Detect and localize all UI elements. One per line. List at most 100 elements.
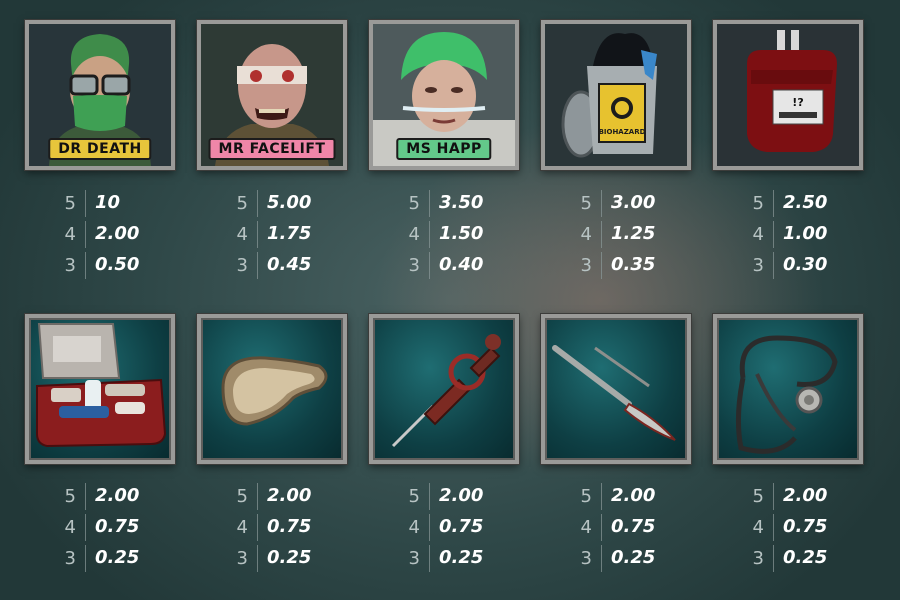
- divider: [257, 483, 258, 510]
- divider: [85, 190, 86, 217]
- match-count: 3: [752, 548, 764, 569]
- scalpel-icon: [552, 345, 676, 441]
- match-count: 4: [580, 224, 592, 245]
- dr-death-name-label: DR DEATH: [48, 138, 152, 160]
- match-count: 3: [580, 255, 592, 276]
- scalpel-payouts: 5 2.00 4 0.75 3 0.25: [576, 481, 686, 574]
- divider: [257, 190, 258, 217]
- divider: [773, 252, 774, 279]
- payout-row: 3 0.50: [60, 250, 170, 281]
- payout-value: 0.25: [439, 547, 484, 568]
- blood-bag-label-text: !?: [792, 96, 803, 109]
- payout-row: 4 1.75: [232, 219, 342, 250]
- kidney-dish-symbol: [197, 314, 347, 464]
- payout-row: 4 0.75: [232, 512, 342, 543]
- payout-value: 2.00: [95, 223, 140, 244]
- payout-row: 4 0.75: [576, 512, 686, 543]
- divider: [773, 190, 774, 217]
- match-count: 3: [580, 548, 592, 569]
- first-aid-kit-icon: [36, 323, 167, 448]
- payout-value: 2.00: [439, 485, 484, 506]
- match-count: 4: [64, 224, 76, 245]
- payout-value: 2.00: [267, 485, 312, 506]
- divider: [429, 190, 430, 217]
- payout-row: 4 2.00: [60, 219, 170, 250]
- payout-value: 3.00: [611, 192, 656, 213]
- payout-row: 4 0.75: [748, 512, 858, 543]
- match-count: 5: [580, 486, 592, 507]
- match-count: 3: [64, 548, 76, 569]
- payout-value: 0.50: [95, 254, 140, 275]
- payout-value: 2.00: [783, 485, 828, 506]
- biohazard-bin-symbol: BIOHAZARD: [541, 20, 691, 170]
- divider: [601, 221, 602, 248]
- divider: [85, 514, 86, 541]
- payout-row: 3 0.25: [576, 543, 686, 574]
- payout-row: 3 0.35: [576, 250, 686, 281]
- syringe-symbol: [369, 314, 519, 464]
- biohazard-text: BIOHAZARD: [599, 128, 646, 136]
- divider: [773, 545, 774, 572]
- match-count: 4: [236, 224, 248, 245]
- payout-value: 0.45: [267, 254, 312, 275]
- scalpel-symbol: [541, 314, 691, 464]
- payout-row: 3 0.40: [404, 250, 514, 281]
- payout-value: 0.25: [267, 547, 312, 568]
- payout-value: 0.35: [611, 254, 656, 275]
- payout-row: 5 2.50: [748, 188, 858, 219]
- divider: [429, 545, 430, 572]
- dr-death-symbol: DR DEATH: [25, 20, 175, 170]
- payout-row: 5 5.00: [232, 188, 342, 219]
- stethoscope-symbol: [713, 314, 863, 464]
- payout-row: 5 3.50: [404, 188, 514, 219]
- dr-death-payouts: 5 10 4 2.00 3 0.50: [60, 188, 170, 281]
- ms-happ-symbol: MS HAPP: [369, 20, 519, 170]
- match-count: 5: [580, 193, 592, 214]
- match-count: 5: [408, 486, 420, 507]
- payout-row: 4 1.25: [576, 219, 686, 250]
- kidney-dish-payouts: 5 2.00 4 0.75 3 0.25: [232, 481, 342, 574]
- blood-bag-icon: !?: [717, 24, 859, 166]
- payout-row: 4 0.75: [60, 512, 170, 543]
- payout-value: 2.50: [783, 192, 828, 213]
- payout-row: 5 3.00: [576, 188, 686, 219]
- payout-row: 4 1.00: [748, 219, 858, 250]
- divider: [85, 252, 86, 279]
- payout-value: 0.25: [95, 547, 140, 568]
- mr-facelift-payouts: 5 5.00 4 1.75 3 0.45: [232, 188, 342, 281]
- match-count: 4: [752, 517, 764, 538]
- divider: [429, 252, 430, 279]
- match-count: 5: [64, 193, 76, 214]
- match-count: 5: [752, 193, 764, 214]
- payout-row: 5 2.00: [748, 481, 858, 512]
- stethoscope-icon: [735, 335, 838, 454]
- payout-value: 0.40: [439, 254, 484, 275]
- payout-value: 0.75: [783, 516, 828, 537]
- match-count: 5: [752, 486, 764, 507]
- divider: [85, 221, 86, 248]
- syringe-payouts: 5 2.00 4 0.75 3 0.25: [404, 481, 514, 574]
- payout-row: 3 0.25: [232, 543, 342, 574]
- syringe-icon: [391, 334, 501, 448]
- blood-bag-symbol: !?: [713, 20, 863, 170]
- match-count: 4: [408, 224, 420, 245]
- divider: [773, 514, 774, 541]
- payout-row: 4 0.75: [404, 512, 514, 543]
- payout-value: 0.30: [783, 254, 828, 275]
- divider: [429, 483, 430, 510]
- biohazard-bin-payouts: 5 3.00 4 1.25 3 0.35: [576, 188, 686, 281]
- match-count: 5: [64, 486, 76, 507]
- match-count: 4: [752, 224, 764, 245]
- divider: [601, 483, 602, 510]
- payout-value: 0.75: [267, 516, 312, 537]
- match-count: 4: [236, 517, 248, 538]
- divider: [85, 483, 86, 510]
- biohazard-bin-icon: BIOHAZARD: [545, 24, 687, 166]
- divider: [257, 221, 258, 248]
- payout-value: 0.25: [783, 547, 828, 568]
- kidney-dish-icon: [221, 356, 328, 426]
- divider: [601, 514, 602, 541]
- divider: [429, 221, 430, 248]
- match-count: 5: [236, 193, 248, 214]
- payout-value: 0.75: [611, 516, 656, 537]
